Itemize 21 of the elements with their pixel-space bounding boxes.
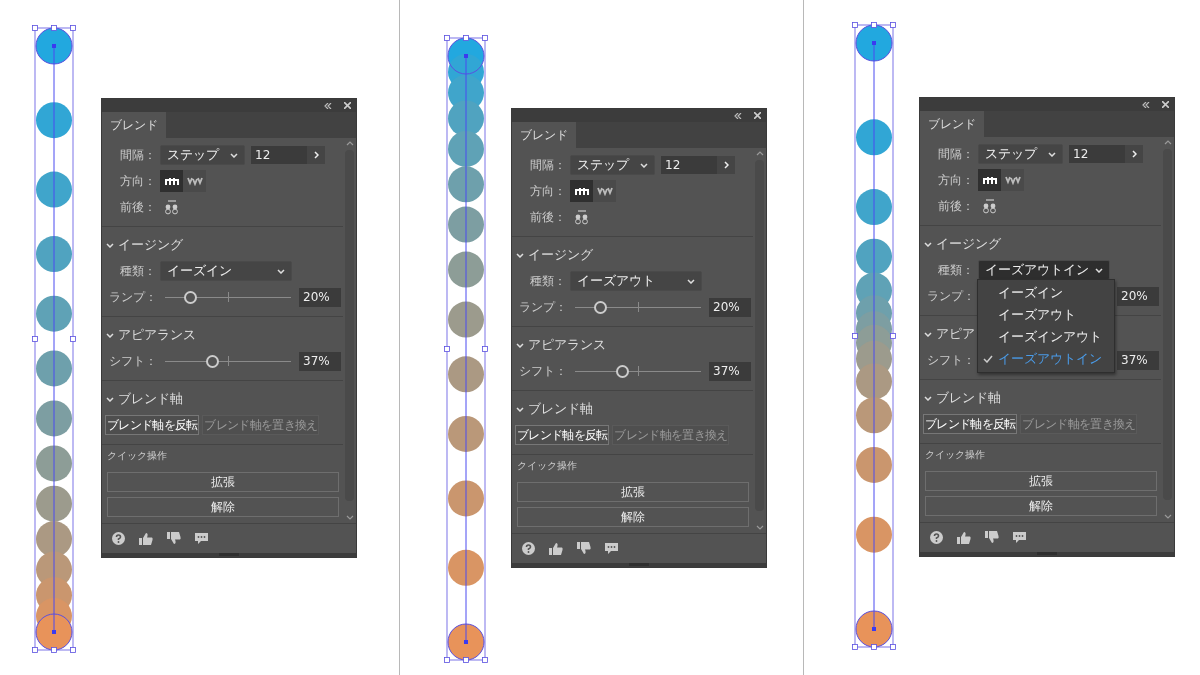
field-label: シフト： (109, 352, 157, 370)
field-label: ランプ： (109, 288, 157, 306)
field-label: 間隔： (938, 145, 974, 163)
section-title: クイック操作 (517, 459, 578, 473)
field-label: 間隔： (120, 146, 156, 164)
field-label: 種類： (938, 261, 974, 279)
field-label: 方向： (120, 172, 156, 190)
field-label: 前後： (938, 197, 974, 215)
field-label: 間隔： (530, 156, 566, 174)
field-label: 前後： (120, 198, 156, 216)
field-label: ランプ： (927, 287, 975, 305)
field-label: ランプ： (519, 298, 567, 316)
field-label: シフト： (519, 362, 567, 380)
section-title: クイック操作 (925, 448, 986, 462)
field-label: 方向： (938, 171, 974, 189)
section-title: クイック操作 (107, 449, 168, 463)
field-label: 種類： (530, 272, 566, 290)
field-label: 種類： (120, 262, 156, 280)
field-label: 前後： (530, 208, 566, 226)
field-label: シフト： (927, 351, 975, 369)
field-label: 方向： (530, 182, 566, 200)
